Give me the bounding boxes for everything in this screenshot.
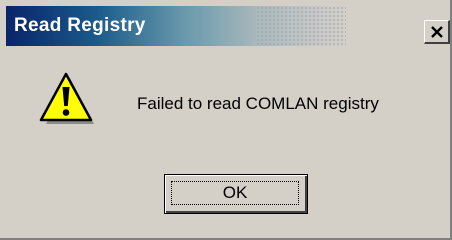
ok-button[interactable]: OK — [164, 174, 308, 214]
error-message: Failed to read COMLAN registry — [137, 94, 379, 113]
dialog-window: Read Registry Failed to read COMLAN regi… — [0, 0, 452, 240]
title-bar[interactable]: Read Registry — [6, 6, 450, 46]
warning-icon — [39, 72, 94, 124]
close-button[interactable] — [424, 20, 450, 44]
close-icon — [431, 26, 443, 38]
window-title: Read Registry — [14, 15, 146, 36]
ok-button-label: OK — [171, 181, 299, 205]
title-bar-texture — [256, 6, 346, 46]
